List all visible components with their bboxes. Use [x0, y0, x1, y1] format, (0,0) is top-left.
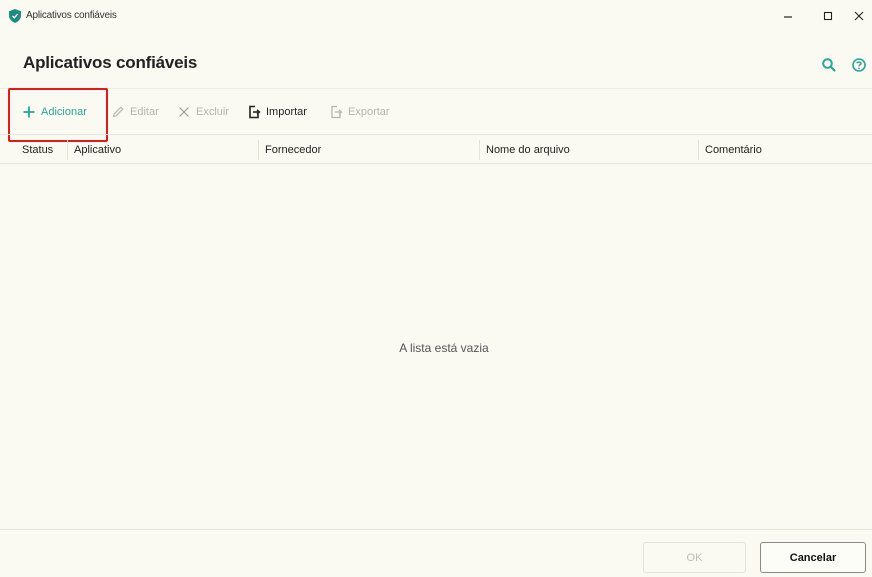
close-icon	[177, 105, 191, 119]
column-header-comment[interactable]: Comentário	[698, 135, 872, 164]
add-button[interactable]: Adicionar	[22, 103, 87, 121]
column-divider[interactable]	[67, 140, 68, 160]
add-button-label: Adicionar	[41, 106, 87, 118]
column-divider[interactable]	[258, 140, 259, 160]
table-header: Status Aplicativo Fornecedor Nome do arq…	[0, 134, 872, 164]
column-header-file-name[interactable]: Nome do arquivo	[479, 135, 698, 164]
divider	[0, 529, 872, 530]
close-button[interactable]	[846, 6, 872, 26]
export-button[interactable]: Exportar	[329, 103, 390, 121]
import-button[interactable]: Importar	[247, 103, 307, 121]
plus-icon	[22, 105, 36, 119]
export-button-label: Exportar	[348, 106, 390, 118]
ok-button[interactable]: OK	[643, 542, 746, 573]
import-icon	[247, 105, 261, 119]
search-icon[interactable]	[821, 57, 837, 73]
column-header-vendor[interactable]: Fornecedor	[258, 135, 479, 164]
page-header: Aplicativos confiáveis	[0, 32, 872, 88]
export-icon	[329, 105, 343, 119]
column-divider[interactable]	[479, 140, 480, 160]
shield-icon	[9, 9, 21, 23]
edit-button-label: Editar	[130, 106, 159, 118]
edit-button[interactable]: Editar	[111, 103, 159, 121]
cancel-button[interactable]: Cancelar	[760, 542, 866, 573]
delete-button-label: Excluir	[196, 106, 230, 118]
title-bar: Aplicativos confiáveis	[0, 0, 872, 32]
column-header-status[interactable]: Status	[15, 135, 67, 164]
delete-button[interactable]: Excluir	[177, 103, 229, 121]
pencil-icon	[111, 105, 125, 119]
import-button-label: Importar	[266, 106, 307, 118]
toolbar: Adicionar Editar Excluir Importar Export…	[0, 89, 872, 133]
minimize-button[interactable]	[775, 6, 801, 26]
page-title: Aplicativos confiáveis	[23, 53, 198, 72]
empty-list-message: A lista está vazia	[399, 341, 489, 355]
maximize-button[interactable]	[815, 6, 841, 26]
help-icon[interactable]	[851, 57, 867, 73]
window-title: Aplicativos confiáveis	[26, 10, 117, 21]
column-divider[interactable]	[698, 140, 699, 160]
column-header-application[interactable]: Aplicativo	[67, 135, 258, 164]
